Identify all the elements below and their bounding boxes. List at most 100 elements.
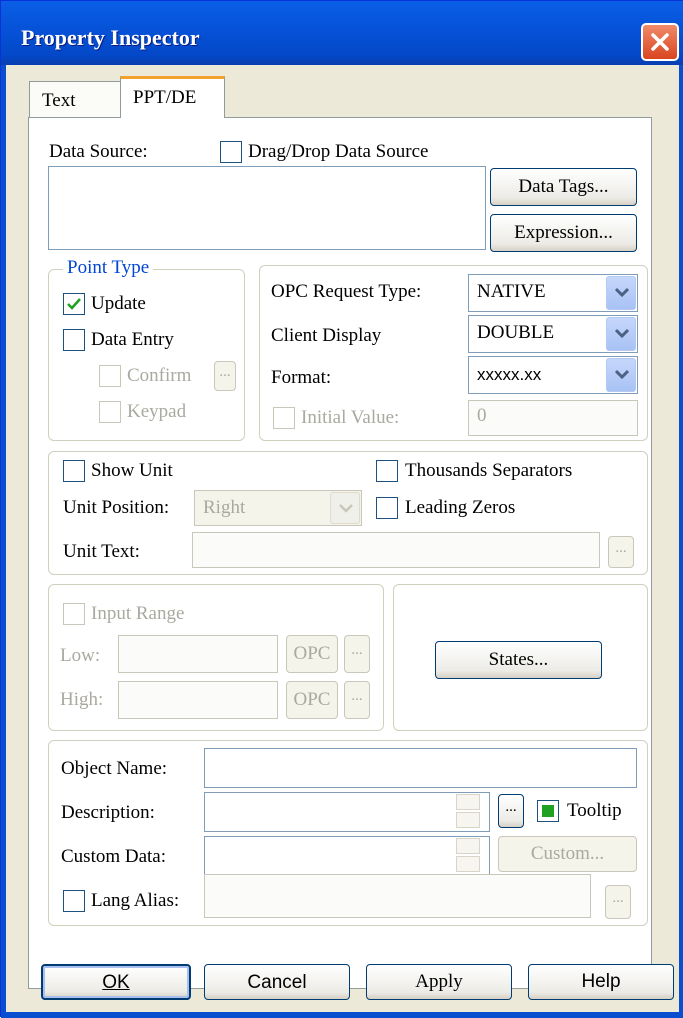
spin-down-icon[interactable] [456, 856, 480, 872]
keypad-label: Keypad [127, 401, 187, 422]
low-ellipsis-label: ... [351, 642, 363, 658]
unit-position-select[interactable]: Right [194, 490, 362, 526]
initial-value-text: 0 [477, 405, 487, 426]
spin-down-icon[interactable] [456, 812, 480, 828]
custom-data-field[interactable] [204, 836, 490, 876]
thousands-separators-label: Thousands Separators [405, 460, 573, 481]
data-source-label: Data Source: [49, 141, 148, 162]
high-opc-label: OPC [293, 689, 331, 710]
expression-button-label: Expression... [514, 222, 613, 243]
tab-ppt-de-label: PPT/DE [133, 87, 197, 108]
custom-button-label: Custom... [530, 843, 605, 864]
input-range-checkbox[interactable] [63, 603, 85, 625]
initial-value-field[interactable]: 0 [468, 400, 638, 436]
window-frame-left [1, 65, 6, 1018]
client-display-label: Client Display [271, 325, 382, 346]
lang-alias-ellipsis-label: ... [612, 890, 624, 906]
dropdown-arrow-icon[interactable] [606, 276, 636, 310]
initial-value-checkbox[interactable] [273, 407, 295, 429]
tooltip-label: Tooltip [567, 800, 622, 821]
leading-zeros-label: Leading Zeros [405, 497, 516, 518]
spin-up-icon[interactable] [456, 838, 480, 854]
title-bar[interactable]: Property Inspector [1, 1, 683, 65]
low-field[interactable] [118, 635, 278, 673]
description-ellipsis-button[interactable]: ... [498, 794, 524, 828]
dropdown-arrow-icon[interactable] [330, 492, 360, 524]
high-label: High: [60, 689, 104, 710]
low-label: Low: [60, 645, 101, 666]
lang-alias-label: Lang Alias: [91, 890, 180, 911]
lang-alias-checkbox[interactable] [63, 890, 85, 912]
leading-zeros-checkbox[interactable] [376, 497, 398, 519]
unit-text-label: Unit Text: [63, 541, 140, 562]
spin-up-icon[interactable] [456, 794, 480, 810]
keypad-checkbox[interactable] [99, 401, 121, 423]
lang-alias-ellipsis-button[interactable]: ... [605, 885, 631, 919]
apply-button[interactable]: Apply [366, 964, 512, 1000]
confirm-label: Confirm [127, 365, 192, 386]
description-field[interactable] [204, 792, 490, 832]
help-button-label: Help [581, 971, 621, 992]
custom-button[interactable]: Custom... [498, 836, 637, 872]
show-unit-label: Show Unit [91, 460, 173, 481]
data-tags-button[interactable]: Data Tags... [490, 168, 637, 206]
format-label: Format: [271, 367, 332, 388]
help-button[interactable]: Help [528, 964, 674, 1000]
tooltip-checkbox[interactable] [537, 800, 559, 822]
opc-request-type-select[interactable]: NATIVE [468, 274, 638, 312]
window-title: Property Inspector [21, 25, 200, 50]
high-opc-button[interactable]: OPC [286, 681, 338, 719]
window-frame-right [679, 65, 683, 1018]
data-entry-label: Data Entry [91, 329, 174, 350]
data-source-field[interactable] [48, 166, 486, 250]
point-type-legend: Point Type [63, 257, 154, 279]
initial-value-label: Initial Value: [301, 407, 400, 428]
confirm-checkbox[interactable] [99, 365, 121, 387]
format-value: xxxxx.xx [477, 365, 542, 384]
states-button-label: States... [488, 649, 549, 670]
format-select[interactable]: xxxxx.xx [468, 356, 638, 394]
property-inspector-window: Property Inspector Text PPT/DE Data Sour… [0, 0, 683, 1018]
lang-alias-field[interactable] [204, 874, 591, 918]
unit-position-label: Unit Position: [63, 497, 170, 518]
data-tags-button-label: Data Tags... [518, 176, 609, 197]
update-checkbox[interactable] [63, 293, 85, 315]
tab-text[interactable]: Text [29, 81, 121, 117]
data-entry-checkbox[interactable] [63, 329, 85, 351]
dropdown-arrow-icon[interactable] [606, 317, 636, 351]
unit-text-ellipsis-button[interactable]: ... [608, 536, 634, 568]
low-ellipsis-button[interactable]: ... [344, 635, 370, 673]
ok-button-label: OK [102, 972, 130, 993]
ok-button[interactable]: OK [41, 964, 191, 1000]
tab-ppt-de[interactable]: PPT/DE [120, 76, 225, 118]
client-display-value: DOUBLE [477, 322, 555, 343]
unit-text-field[interactable] [192, 532, 600, 568]
cancel-button-label: Cancel [247, 972, 307, 993]
update-label: Update [91, 293, 146, 314]
drag-drop-checkbox[interactable] [220, 141, 242, 163]
object-name-field[interactable] [204, 748, 637, 788]
unit-position-value: Right [203, 497, 246, 518]
expression-button[interactable]: Expression... [490, 214, 637, 252]
tab-text-label: Text [42, 90, 76, 111]
opc-request-type-label: OPC Request Type: [271, 281, 422, 302]
confirm-ellipsis-label: ... [219, 364, 231, 380]
apply-button-label: Apply [415, 971, 463, 992]
close-button[interactable] [641, 23, 679, 61]
low-opc-label: OPC [293, 643, 331, 664]
high-ellipsis-button[interactable]: ... [344, 681, 370, 719]
input-range-label: Input Range [91, 603, 185, 624]
high-ellipsis-label: ... [351, 688, 363, 704]
thousands-separators-checkbox[interactable] [376, 460, 398, 482]
show-unit-checkbox[interactable] [63, 460, 85, 482]
cancel-button[interactable]: Cancel [204, 964, 350, 1000]
custom-data-label: Custom Data: [61, 846, 167, 867]
client-display-select[interactable]: DOUBLE [468, 315, 638, 353]
high-field[interactable] [118, 681, 278, 719]
states-button[interactable]: States... [435, 641, 602, 679]
confirm-ellipsis-button[interactable]: ... [214, 361, 236, 391]
low-opc-button[interactable]: OPC [286, 635, 338, 673]
object-name-label: Object Name: [61, 758, 168, 779]
dropdown-arrow-icon[interactable] [606, 358, 636, 392]
drag-drop-label: Drag/Drop Data Source [248, 141, 429, 162]
